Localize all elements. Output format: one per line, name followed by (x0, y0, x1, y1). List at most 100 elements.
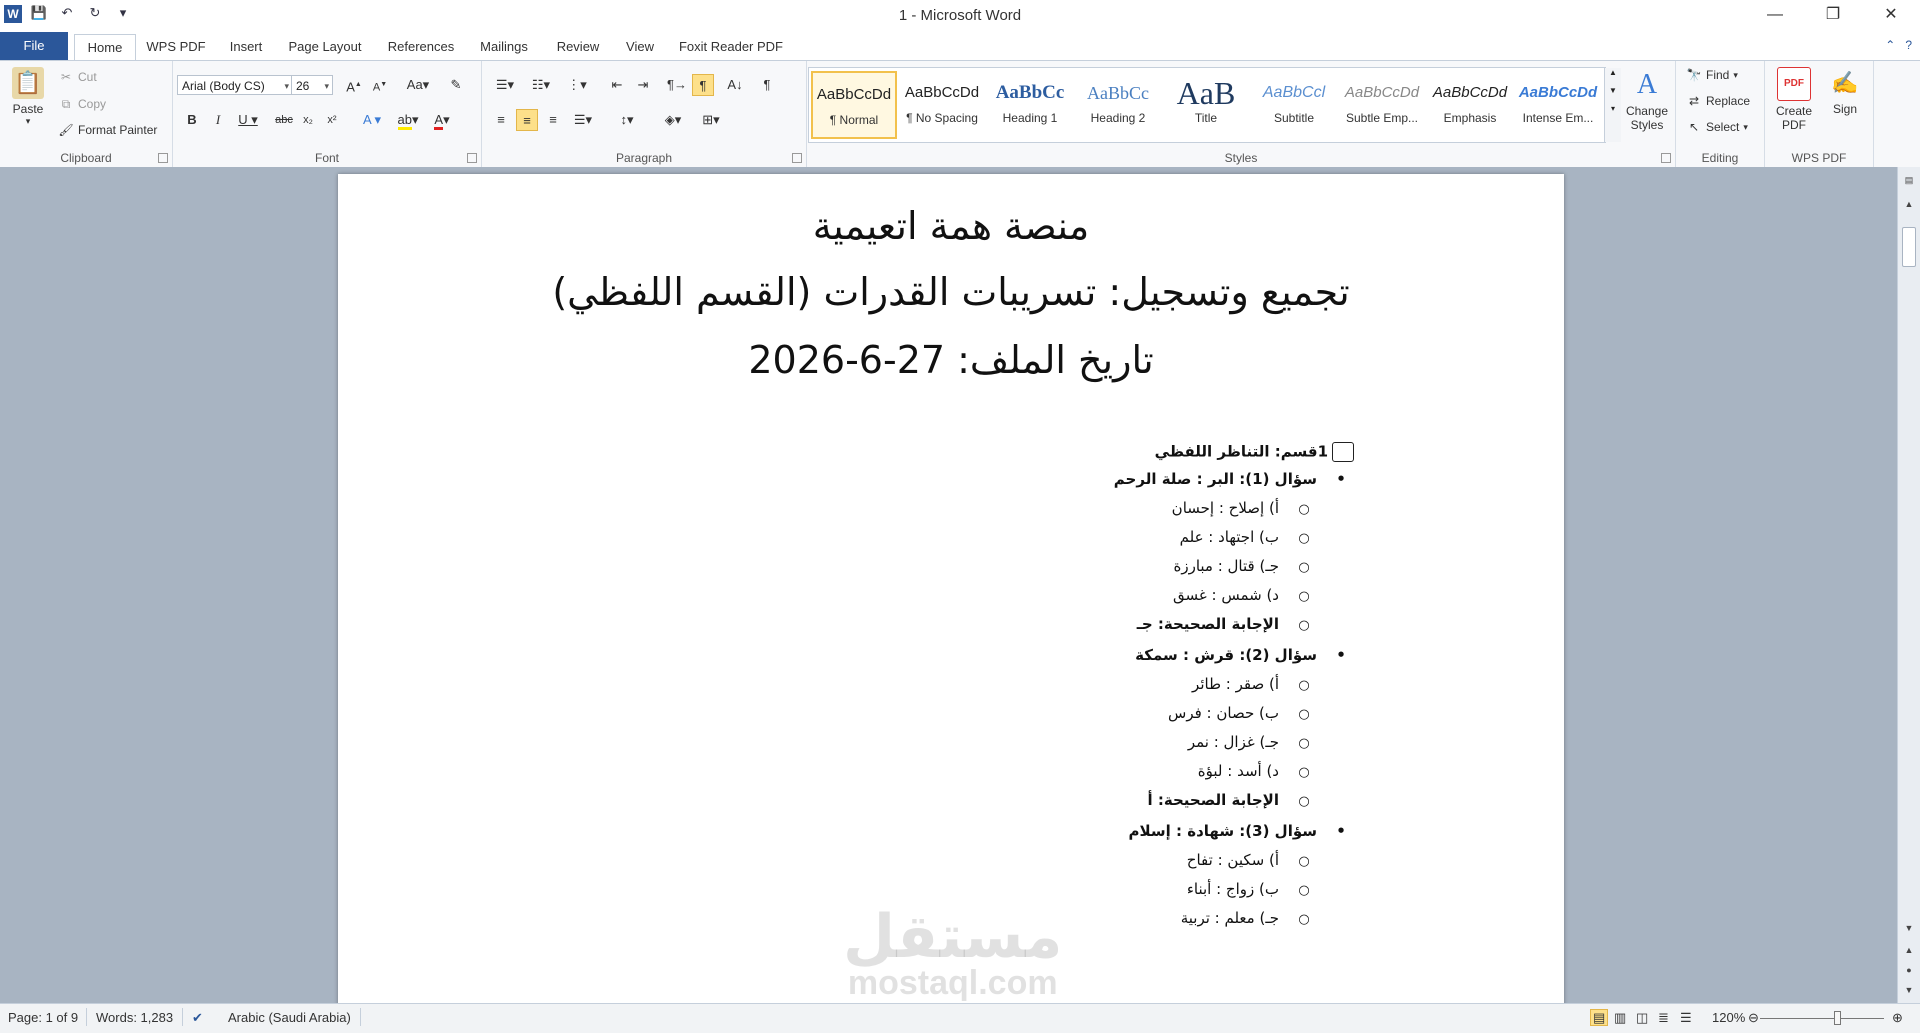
font-dialog-launcher[interactable] (467, 153, 477, 163)
scroll-thumb[interactable] (1902, 227, 1916, 267)
style-heading-2[interactable]: AaBbCc Heading 2 (1075, 71, 1161, 139)
undo-icon[interactable]: ↶ (58, 5, 76, 21)
font-name-combo[interactable]: Arial (Body CS) (177, 75, 293, 96)
bullets-icon[interactable]: ☰▾ (490, 74, 520, 96)
zoom-slider[interactable] (1760, 1018, 1884, 1019)
zoom-slider-knob[interactable] (1834, 1011, 1841, 1025)
view-outline-icon[interactable]: ≣ (1658, 1010, 1669, 1026)
previous-page-icon[interactable]: ▲ (1898, 941, 1920, 959)
scroll-up-icon[interactable]: ▲ (1898, 195, 1920, 213)
replace-button[interactable]: ⇄ Replace (1686, 93, 1750, 109)
help-icon[interactable]: ? (1905, 38, 1912, 52)
language-status[interactable]: Arabic (Saudi Arabia) (228, 1010, 351, 1025)
superscript-icon[interactable]: x² (321, 109, 343, 131)
subscript-icon[interactable]: x₂ (297, 109, 319, 131)
format-painter-button[interactable]: 🖌 Format Painter (58, 122, 157, 138)
change-case-icon[interactable]: Aa▾ (403, 74, 433, 96)
font-group-label: Font (314, 151, 339, 165)
increase-indent-icon[interactable]: ⇥ (632, 74, 654, 96)
shrink-font-icon[interactable]: A▼ (369, 74, 391, 96)
highlight-color-icon[interactable]: ab▾ (393, 109, 423, 131)
word-app-icon[interactable]: W (4, 5, 22, 23)
style-normal[interactable]: AaBbCcDd ¶ Normal (811, 71, 897, 139)
create-pdf-button[interactable]: PDF Create PDF (1771, 67, 1817, 132)
line-spacing-icon[interactable]: ↕▾ (612, 109, 642, 131)
zoom-out-icon[interactable]: ⊖ (1748, 1010, 1759, 1026)
tab-insert[interactable]: Insert (220, 34, 272, 60)
find-button[interactable]: 🔭 Find ▾ (1686, 67, 1738, 83)
show-formatting-marks-icon[interactable]: ¶ (756, 74, 778, 96)
align-right-icon[interactable]: ≡ (542, 109, 564, 131)
tab-page-layout[interactable]: Page Layout (282, 34, 368, 60)
close-icon[interactable]: ✕ (1862, 0, 1920, 30)
copy-button[interactable]: ⧉ Copy (58, 96, 106, 112)
rtl-direction-icon[interactable]: ¶ (692, 74, 714, 96)
document-page[interactable]: منصة همة اتعيمية تجميع وتسجيل: تسريبات ا… (338, 174, 1564, 1003)
shading-icon[interactable]: ◈▾ (658, 109, 688, 131)
tab-home[interactable]: Home (74, 34, 136, 61)
styles-gallery-scroll[interactable]: ▲ ▼ ▾ (1604, 68, 1621, 142)
align-center-icon[interactable]: ≡ (516, 109, 538, 131)
text-effects-icon[interactable]: A ▾ (357, 109, 387, 131)
paste-button[interactable]: 📋 Paste ▾ (8, 67, 48, 127)
next-page-icon[interactable]: ▼ (1898, 981, 1920, 999)
style-subtitle[interactable]: AaBbCcl Subtitle (1251, 71, 1337, 139)
tab-foxit-reader-pdf[interactable]: Foxit Reader PDF (670, 34, 792, 60)
bold-icon[interactable]: B (181, 109, 203, 131)
style-title[interactable]: AaB Title (1163, 71, 1249, 139)
tab-wps-pdf[interactable]: WPS PDF (142, 34, 210, 60)
zoom-in-icon[interactable]: ⊕ (1892, 1010, 1903, 1026)
view-full-screen-icon[interactable]: ▥ (1614, 1010, 1626, 1026)
view-print-layout-icon[interactable]: ▤ (1590, 1009, 1609, 1026)
select-button[interactable]: ↖ Select ▾ (1686, 119, 1748, 135)
proofing-icon[interactable]: ✔ (192, 1010, 203, 1026)
save-icon[interactable]: 💾 (30, 5, 48, 21)
scroll-down-icon[interactable]: ▼ (1898, 919, 1920, 937)
borders-icon[interactable]: ⊞▾ (696, 109, 726, 131)
word-count-status[interactable]: Words: 1,283 (96, 1010, 173, 1025)
align-left-icon[interactable]: ≡ (490, 109, 512, 131)
tab-references[interactable]: References (380, 34, 462, 60)
justify-icon[interactable]: ☰▾ (568, 109, 598, 131)
tab-file[interactable]: File (0, 32, 68, 60)
browse-object-icon[interactable]: ● (1898, 961, 1920, 979)
underline-icon[interactable]: U ▾ (233, 109, 263, 131)
tab-review[interactable]: Review (546, 34, 610, 60)
styles-dialog-launcher[interactable] (1661, 153, 1671, 163)
numbering-icon[interactable]: ☷▾ (526, 74, 556, 96)
cut-button[interactable]: ✂ Cut (58, 69, 97, 85)
scissors-icon: ✂ (60, 70, 72, 84)
restore-icon[interactable]: ❐ (1804, 0, 1862, 30)
style-intense-emphasis[interactable]: AaBbCcDd Intense Em... (1515, 71, 1601, 139)
paragraph-dialog-launcher[interactable] (792, 153, 802, 163)
ltr-direction-icon[interactable]: ¶→ (666, 74, 688, 96)
strikethrough-icon[interactable]: abc (273, 109, 295, 131)
font-size-combo[interactable]: 26 (291, 75, 333, 96)
page-count-status[interactable]: Page: 1 of 9 (8, 1010, 78, 1025)
sign-button[interactable]: ✍ Sign (1823, 67, 1867, 116)
view-web-layout-icon[interactable]: ◫ (1636, 1010, 1648, 1026)
style-no-spacing[interactable]: AaBbCcDd ¶ No Spacing (899, 71, 985, 139)
tab-view[interactable]: View (620, 34, 660, 60)
grow-font-icon[interactable]: A▲ (343, 74, 365, 96)
multilevel-list-icon[interactable]: ⋮▾ (562, 74, 592, 96)
minimize-ribbon-icon[interactable]: ⌃ (1885, 38, 1895, 52)
customize-qat-icon[interactable]: ▾ (114, 5, 132, 21)
change-styles-button[interactable]: A Change Styles (1622, 69, 1672, 132)
style-heading-1[interactable]: AaBbCc Heading 1 (987, 71, 1073, 139)
font-color-icon[interactable]: A▾ (427, 109, 457, 131)
italic-icon[interactable]: I (207, 109, 229, 131)
tab-mailings[interactable]: Mailings (472, 34, 536, 60)
sort-icon[interactable]: A↓ (724, 74, 746, 96)
vertical-scrollbar[interactable]: ▤ ▲ ▼ ▲ ● ▼ (1897, 167, 1920, 1003)
style-subtle-emphasis[interactable]: AaBbCcDd Subtle Emp... (1339, 71, 1425, 139)
decrease-indent-icon[interactable]: ⇤ (606, 74, 628, 96)
view-draft-icon[interactable]: ☰ (1680, 1010, 1692, 1026)
ruler-toggle-icon[interactable]: ▤ (1898, 171, 1920, 189)
style-emphasis[interactable]: AaBbCcDd Emphasis (1427, 71, 1513, 139)
clear-formatting-icon[interactable]: ✎ (445, 74, 467, 96)
zoom-level[interactable]: 120% (1712, 1010, 1745, 1025)
redo-icon[interactable]: ↻ (86, 5, 104, 21)
clipboard-dialog-launcher[interactable] (158, 153, 168, 163)
minimize-icon[interactable]: — (1746, 0, 1804, 30)
